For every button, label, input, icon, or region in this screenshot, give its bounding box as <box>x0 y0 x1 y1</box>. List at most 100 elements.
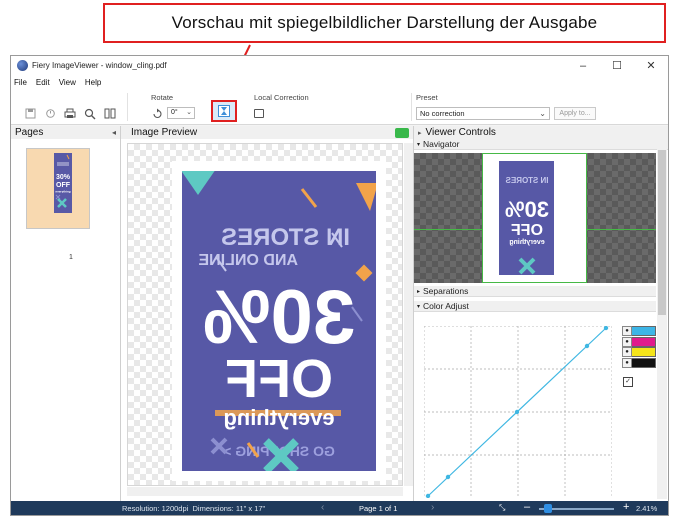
reset-icon[interactable] <box>44 108 56 120</box>
previous-page-icon[interactable]: ‹ <box>321 502 324 513</box>
minimize-button[interactable]: – <box>566 60 600 72</box>
horizontal-scrollbar[interactable] <box>127 487 403 496</box>
navigator-title: Navigator <box>423 139 460 149</box>
page-thumbnail[interactable]: 30% OFF everything 1 <box>26 148 90 261</box>
eye-icon[interactable]: ● <box>622 336 632 347</box>
preset-select[interactable]: No correction ⌄ <box>416 107 550 120</box>
viewer-scrollbar-thumb[interactable] <box>658 150 666 315</box>
swatch-magenta[interactable]: ● <box>622 336 656 347</box>
local-correction-label: Local Correction <box>254 93 309 102</box>
chevron-down-icon: ▾ <box>417 141 421 148</box>
mirrored-poster: IN STORES AND ONLINE 30% OFF everything … <box>182 171 376 471</box>
swatch-yellow[interactable]: ● <box>622 347 656 357</box>
search-icon[interactable] <box>84 108 96 120</box>
poster-and-online: AND ONLINE <box>198 252 298 269</box>
mirror-preview-button[interactable] <box>211 100 237 122</box>
checkbox[interactable]: ✓ <box>623 377 633 387</box>
swatch-color <box>632 347 656 357</box>
menu-help[interactable]: Help <box>85 78 101 87</box>
close-button[interactable]: ✕ <box>634 59 668 72</box>
toolbar-divider <box>411 93 412 121</box>
status-resolution: Resolution: 1200dpi Dimensions: 11" x 17… <box>122 504 265 513</box>
compare-icon[interactable] <box>104 108 116 120</box>
nav-in-stores: IN STORES <box>505 176 549 185</box>
poster-in-stores: IN STORES <box>221 224 350 251</box>
preset-value: No correction <box>420 109 465 118</box>
thumbnail-art: 30% OFF everything <box>55 154 71 208</box>
menu-bar: File Edit View Help <box>11 75 668 89</box>
eye-icon[interactable]: ● <box>622 347 632 357</box>
zoom-out-button[interactable]: – <box>524 501 530 513</box>
resolution-text: Resolution: 1200dpi <box>122 504 189 513</box>
next-page-icon[interactable]: › <box>431 502 434 513</box>
separation-swatches: ● ● ● ● <box>622 326 656 368</box>
chevron-down-icon: ⌄ <box>186 109 192 116</box>
menu-edit[interactable]: Edit <box>36 78 50 87</box>
viewer-controls-panel: ▸ Viewer Controls ▾ Navigator IN STORES … <box>413 126 668 501</box>
local-correction-icon[interactable] <box>254 109 264 118</box>
preview-title: Image Preview <box>131 127 198 138</box>
navigator-art: IN STORES 30% OFF everything <box>505 176 549 275</box>
thumb-text-30: 30% <box>56 174 71 181</box>
vertical-scrollbar[interactable] <box>404 143 413 486</box>
collapse-left-icon[interactable]: ◂ <box>112 128 116 137</box>
swatch-cyan[interactable]: ● <box>622 326 656 336</box>
apply-to-button[interactable]: Apply to... <box>554 107 596 120</box>
nav-percent: 30% <box>505 197 549 222</box>
swatch-black[interactable]: ● <box>622 357 656 368</box>
rotate-icon[interactable] <box>151 108 163 120</box>
window-title: Fiery ImageViewer - window_cling.pdf <box>32 61 167 70</box>
pages-title: Pages <box>15 127 44 138</box>
menu-view[interactable]: View <box>59 78 76 87</box>
navigator-viewport[interactable]: IN STORES 30% OFF everything <box>482 153 587 283</box>
zoom-slider-handle[interactable] <box>544 504 552 513</box>
nav-off: OFF <box>511 222 543 239</box>
fit-to-window-icon[interactable]: ⤡ <box>499 503 505 513</box>
poster-art: IN STORES AND ONLINE 30% OFF everything … <box>182 171 376 471</box>
preview-canvas[interactable]: IN STORES AND ONLINE 30% OFF everything … <box>127 143 403 486</box>
title-bar: Fiery ImageViewer - window_cling.pdf – ☐… <box>11 56 668 75</box>
chevron-down-icon: ⌄ <box>539 109 546 118</box>
toolbar-divider <box>127 93 128 121</box>
thumb-text-everything: everything <box>55 190 70 194</box>
rotate-label: Rotate <box>151 93 174 102</box>
separations-header[interactable]: ▸ Separations <box>414 286 656 297</box>
preset-label: Preset <box>416 93 438 102</box>
poster-off: OFF <box>225 349 333 409</box>
maximize-button[interactable]: ☐ <box>600 59 634 72</box>
zoom-in-button[interactable]: + <box>623 501 629 513</box>
color-adjust-header[interactable]: ▾ Color Adjust <box>414 301 656 312</box>
image-preview-panel: Image Preview IN STORES AND ONLINE 30% O… <box>121 126 413 501</box>
eye-icon[interactable]: ● <box>622 326 632 336</box>
poster-everything: everything <box>223 405 334 430</box>
preview-page: IN STORES AND ONLINE 30% OFF everything … <box>172 161 386 481</box>
navigator-header[interactable]: ▾ Navigator <box>414 139 668 150</box>
thumb-text-off: OFF <box>56 182 71 189</box>
status-bar: Resolution: 1200dpi Dimensions: 11" x 17… <box>11 501 668 515</box>
pages-header: Pages ◂ <box>11 126 120 139</box>
swatch-color <box>632 336 656 347</box>
thumbnail-poster: 30% OFF everything <box>54 153 72 213</box>
tone-curve[interactable] <box>424 326 612 498</box>
pages-panel: Pages ◂ 30% OFF everything 1 <box>11 126 121 501</box>
callout-text: Vorschau mit spiegelbildlicher Darstellu… <box>171 13 598 32</box>
chevron-right-icon: ▸ <box>417 288 421 295</box>
toolbar: Rotate 0° ⌄ Local Correction Preset No c… <box>11 89 668 125</box>
navigator-poster: IN STORES 30% OFF everything <box>499 161 554 275</box>
viewer-controls-header: ▸ Viewer Controls <box>414 126 668 139</box>
poster-percent: 30% <box>203 275 355 360</box>
page-indicator: Page 1 of 1 <box>359 504 398 513</box>
dimensions-text: Dimensions: 11" x 17" <box>192 504 266 513</box>
save-icon[interactable] <box>24 108 36 120</box>
chevron-right-icon[interactable]: ▸ <box>418 129 422 137</box>
swatch-color <box>632 357 656 368</box>
print-icon[interactable] <box>64 108 76 120</box>
eye-icon[interactable]: ● <box>622 357 632 368</box>
menu-file[interactable]: File <box>14 78 27 87</box>
chevron-down-icon: ▾ <box>417 303 421 310</box>
eye-icon[interactable] <box>395 127 409 138</box>
app-logo-icon <box>17 60 28 71</box>
navigator-view[interactable]: IN STORES 30% OFF everything <box>414 153 656 283</box>
separations-title: Separations <box>423 286 469 296</box>
rotate-select[interactable]: 0° ⌄ <box>167 107 195 119</box>
